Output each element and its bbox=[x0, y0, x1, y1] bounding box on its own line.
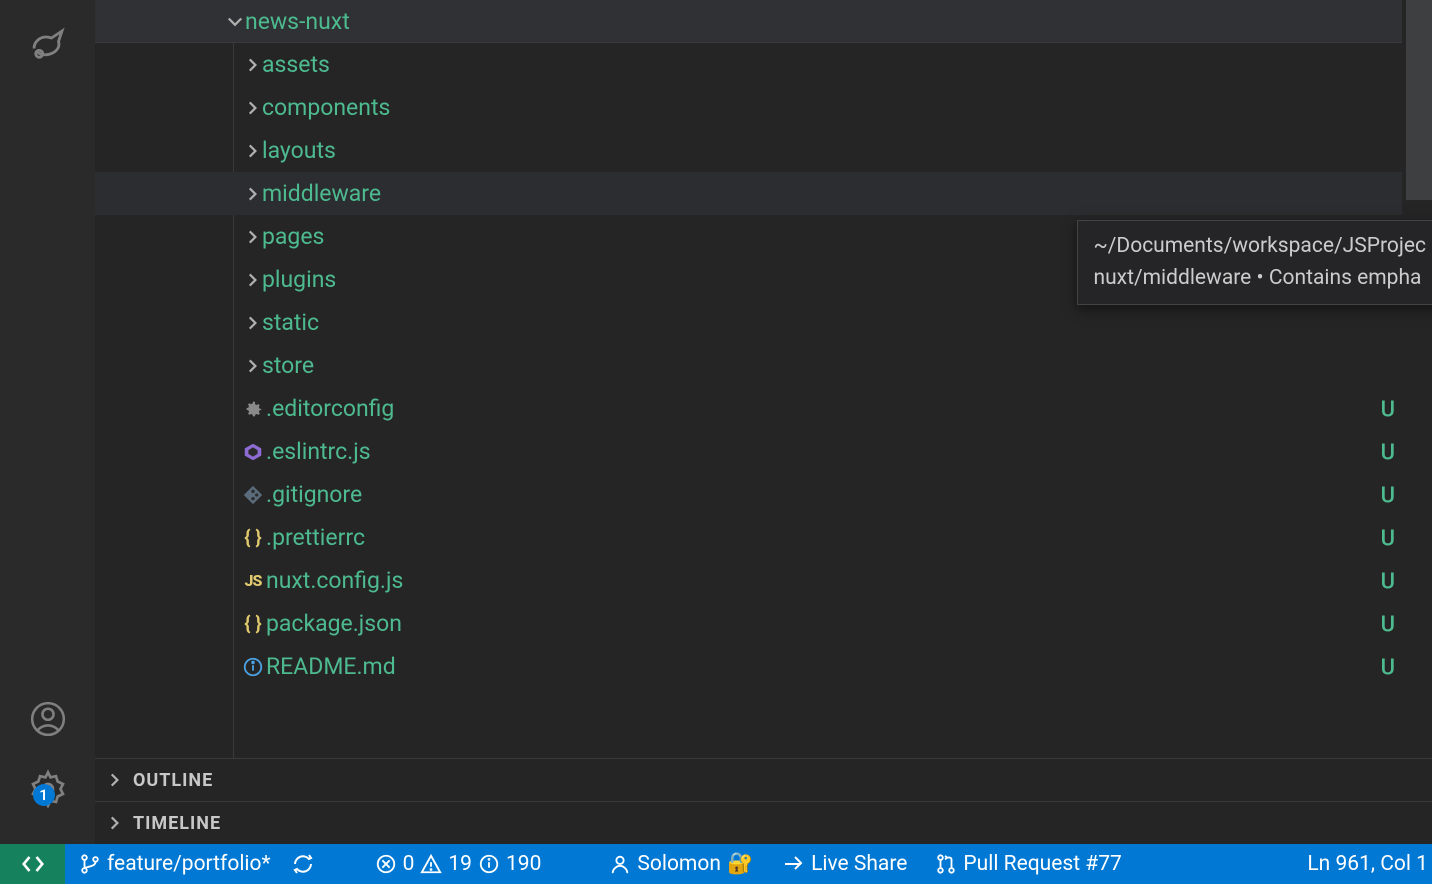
live-share[interactable]: Live Share bbox=[767, 844, 921, 884]
chevron-right-icon bbox=[103, 771, 125, 789]
tree-item--editorconfig[interactable]: .editorconfig U bbox=[95, 387, 1402, 430]
outline-section[interactable]: OUTLINE bbox=[95, 758, 1432, 801]
user-name: Solomon bbox=[637, 852, 721, 876]
tree-item-static[interactable]: static bbox=[95, 301, 1402, 344]
scrollbar[interactable] bbox=[1406, 0, 1432, 758]
tree-item-middleware[interactable]: middleware bbox=[95, 172, 1402, 215]
tree-item--eslintrc-js[interactable]: .eslintrc.js U bbox=[95, 430, 1402, 473]
file-icon bbox=[240, 398, 266, 420]
tree-item-label: layouts bbox=[262, 137, 336, 164]
tree-item-label: .eslintrc.js bbox=[266, 438, 371, 465]
chevron-right-icon bbox=[242, 271, 262, 289]
chevron-right-icon bbox=[242, 357, 262, 375]
tree-item-label: pages bbox=[262, 223, 324, 250]
tree-item-store[interactable]: store bbox=[95, 344, 1402, 387]
git-branch[interactable]: feature/portfolio* bbox=[65, 844, 285, 884]
activity-bar: 1 bbox=[0, 0, 95, 844]
status-untracked: U bbox=[1381, 567, 1395, 594]
problems-indicator[interactable]: 0 19 190 bbox=[361, 844, 556, 884]
tree-item-label: nuxt.config.js bbox=[266, 567, 403, 594]
chevron-right-icon bbox=[242, 142, 262, 160]
branch-name: feature/portfolio* bbox=[107, 852, 271, 876]
tree-root-label: news-nuxt bbox=[245, 8, 350, 35]
timeline-label: TIMELINE bbox=[133, 813, 221, 834]
tree-item-assets[interactable]: assets bbox=[95, 43, 1402, 86]
status-untracked: U bbox=[1381, 481, 1395, 508]
scrollbar-thumb[interactable] bbox=[1406, 0, 1432, 200]
file-icon bbox=[240, 484, 266, 506]
tree-item--prettierrc[interactable]: { }.prettierrc U bbox=[95, 516, 1402, 559]
tree-item-label: static bbox=[262, 309, 319, 336]
file-icon bbox=[240, 441, 266, 463]
settings-badge: 1 bbox=[33, 784, 55, 806]
tooltip-line-1: ~/Documents/workspace/JSProjec bbox=[1093, 231, 1426, 263]
chevron-right-icon bbox=[242, 228, 262, 246]
tree-item-layouts[interactable]: layouts bbox=[95, 129, 1402, 172]
settings-icon[interactable]: 1 bbox=[23, 764, 73, 814]
tree-item-label: store bbox=[262, 352, 314, 379]
tree-item-label: .editorconfig bbox=[266, 395, 394, 422]
tree-item-label: middleware bbox=[262, 180, 381, 207]
chevron-right-icon bbox=[103, 814, 125, 832]
outline-label: OUTLINE bbox=[133, 770, 213, 791]
warning-count: 19 bbox=[448, 852, 472, 876]
tree-item-README-md[interactable]: README.md U bbox=[95, 645, 1402, 688]
status-untracked: U bbox=[1381, 653, 1395, 680]
tree-item-label: components bbox=[262, 94, 390, 121]
status-untracked: U bbox=[1381, 438, 1395, 465]
tree-root[interactable]: news-nuxt bbox=[95, 0, 1402, 43]
tree-item-label: .prettierrc bbox=[266, 524, 365, 551]
pull-request[interactable]: Pull Request #77 bbox=[921, 844, 1135, 884]
status-bar: feature/portfolio* 0 19 190 Solomon 🔐 Li… bbox=[0, 844, 1432, 884]
tree-item-label: package.json bbox=[266, 610, 402, 637]
path-tooltip: ~/Documents/workspace/JSProjec nuxt/midd… bbox=[1077, 220, 1432, 305]
error-count: 0 bbox=[403, 852, 415, 876]
remote-indicator[interactable] bbox=[0, 844, 65, 884]
tree-item-package-json[interactable]: { }package.json U bbox=[95, 602, 1402, 645]
git-sync[interactable] bbox=[285, 844, 321, 884]
lock-icon: 🔐 bbox=[727, 852, 753, 876]
tree-item--gitignore[interactable]: .gitignore U bbox=[95, 473, 1402, 516]
file-icon: { } bbox=[240, 526, 266, 549]
chevron-right-icon bbox=[242, 56, 262, 74]
chevron-right-icon bbox=[242, 99, 262, 117]
status-untracked: U bbox=[1381, 524, 1395, 551]
chevron-down-icon bbox=[225, 11, 245, 31]
file-icon bbox=[240, 656, 266, 678]
chevron-right-icon bbox=[242, 185, 262, 203]
live-share-label: Live Share bbox=[811, 852, 907, 876]
file-icon: JS bbox=[240, 571, 266, 590]
tree-item-components[interactable]: components bbox=[95, 86, 1402, 129]
timeline-section[interactable]: TIMELINE bbox=[95, 801, 1432, 844]
info-count: 190 bbox=[506, 852, 541, 876]
position-label: Ln 961, Col 1 bbox=[1307, 852, 1428, 876]
explorer-sidebar: news-nuxt assets components layouts middlew… bbox=[95, 0, 1432, 844]
tree-item-nuxt-config-js[interactable]: JSnuxt.config.js U bbox=[95, 559, 1402, 602]
account-icon[interactable] bbox=[23, 694, 73, 744]
pull-request-label: Pull Request #77 bbox=[963, 852, 1121, 876]
status-untracked: U bbox=[1381, 395, 1395, 422]
account-user[interactable]: Solomon 🔐 bbox=[595, 844, 767, 884]
chevron-right-icon bbox=[242, 314, 262, 332]
tree-item-label: README.md bbox=[266, 653, 396, 680]
cursor-position[interactable]: Ln 961, Col 1 bbox=[1293, 844, 1432, 884]
share-icon[interactable] bbox=[23, 20, 73, 70]
tree-item-label: .gitignore bbox=[266, 481, 362, 508]
tree-item-label: plugins bbox=[262, 266, 336, 293]
status-untracked: U bbox=[1381, 610, 1395, 637]
tree-item-label: assets bbox=[262, 51, 330, 78]
tooltip-line-2: nuxt/middleware • Contains empha bbox=[1093, 263, 1426, 295]
file-icon: { } bbox=[240, 612, 266, 635]
